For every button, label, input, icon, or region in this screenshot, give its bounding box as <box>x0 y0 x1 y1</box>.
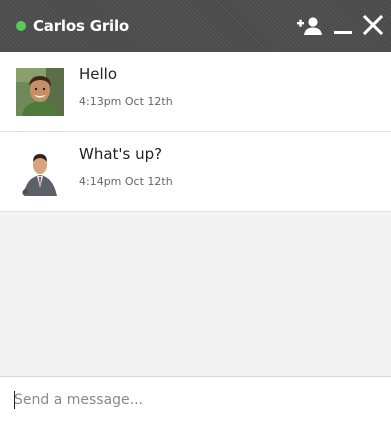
message-composer <box>0 376 391 428</box>
message-text: Hello <box>79 65 118 83</box>
message-item: What's up? 4:14pm Oct 12th <box>0 132 391 212</box>
message-timestamp: 4:13pm Oct 12th <box>79 95 173 108</box>
message-timestamp: 4:14pm Oct 12th <box>79 175 173 188</box>
message-input[interactable] <box>10 386 380 414</box>
message-list[interactable]: Hello 4:13pm Oct 12th What's up? 4:14pm … <box>0 52 391 376</box>
minimize-icon[interactable] <box>333 14 353 38</box>
chat-header[interactable]: Carlos Grilo <box>0 0 391 52</box>
avatar <box>16 148 64 196</box>
avatar-photo-icon <box>16 148 64 196</box>
message-item: Hello 4:13pm Oct 12th <box>0 52 391 132</box>
message-text: What's up? <box>79 145 163 163</box>
text-caret <box>14 391 15 409</box>
avatar <box>16 68 64 116</box>
chat-window: Carlos Grilo Hello 4:13pm Oct 12th What'… <box>0 0 391 428</box>
avatar-photo-icon <box>16 68 64 116</box>
add-user-icon[interactable] <box>296 14 326 38</box>
close-icon[interactable] <box>362 14 384 38</box>
contact-name[interactable]: Carlos Grilo <box>33 16 129 36</box>
online-status-icon <box>16 21 26 31</box>
